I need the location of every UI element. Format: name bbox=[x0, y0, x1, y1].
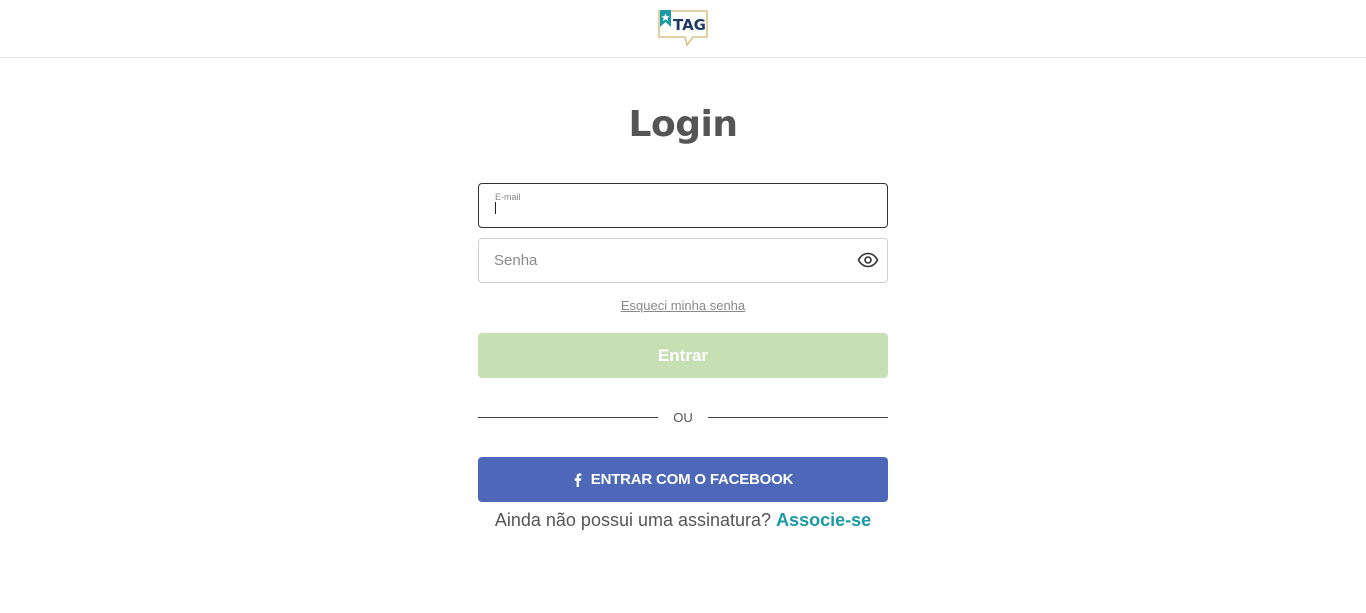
signup-prompt: Ainda não possui uma assinatura? bbox=[494, 510, 772, 530]
tag-logo[interactable]: TAG bbox=[657, 9, 709, 47]
forgot-password-row: Esqueci minha senha bbox=[0, 298, 1366, 313]
divider-line-right bbox=[708, 417, 888, 418]
signup-link[interactable]: Associe-se bbox=[776, 510, 871, 530]
email-input[interactable] bbox=[494, 194, 854, 226]
tag-logo-icon: TAG bbox=[658, 10, 708, 47]
login-button[interactable]: Entrar bbox=[478, 333, 888, 378]
password-input[interactable] bbox=[494, 239, 854, 282]
facebook-icon bbox=[573, 473, 582, 487]
eye-icon[interactable] bbox=[857, 249, 879, 271]
email-field[interactable]: E-mail bbox=[478, 183, 888, 228]
signup-row: Ainda não possui uma assinatura? Associe… bbox=[0, 510, 1366, 531]
password-field[interactable] bbox=[478, 238, 888, 283]
divider-line-left bbox=[478, 417, 658, 418]
logo-text: TAG bbox=[673, 16, 706, 34]
facebook-button-label: ENTRAR COM O FACEBOOK bbox=[590, 471, 794, 488]
facebook-login-button[interactable]: ENTRAR COM O FACEBOOK bbox=[478, 457, 888, 502]
top-header: TAG bbox=[0, 0, 1366, 58]
forgot-password-link[interactable]: Esqueci minha senha bbox=[621, 298, 745, 313]
divider-text: OU bbox=[673, 410, 693, 425]
page-title: Login bbox=[628, 104, 738, 145]
